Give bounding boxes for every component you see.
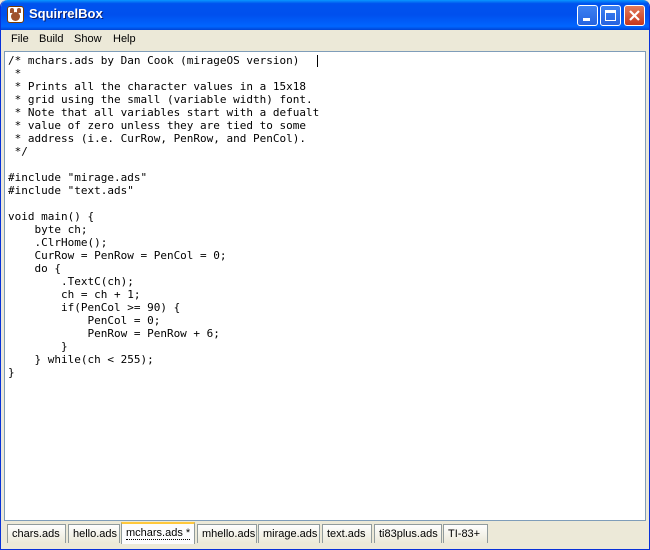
menu-help[interactable]: Help: [113, 33, 136, 45]
file-tab-bar: chars.ads hello.ads mchars.ads * mhello.…: [4, 522, 646, 546]
code-editor[interactable]: /* mchars.ads by Dan Cook (mirageOS vers…: [4, 51, 646, 521]
menu-show[interactable]: Show: [74, 33, 102, 45]
tab-chars-ads[interactable]: chars.ads: [7, 524, 66, 543]
minimize-icon: [583, 18, 590, 21]
tab-ti-83-plus[interactable]: TI-83+: [443, 524, 488, 543]
tab-ti83plus-ads[interactable]: ti83plus.ads: [374, 524, 442, 543]
tab-mirage-ads[interactable]: mirage.ads: [258, 524, 320, 543]
menu-build[interactable]: Build: [39, 33, 63, 45]
menu-file[interactable]: File: [11, 33, 29, 45]
maximize-button[interactable]: [600, 5, 621, 26]
app-window: SquirrelBox File Build Show Help /* mcha…: [0, 0, 650, 550]
menu-bar: File Build Show Help: [2, 30, 648, 50]
title-bar[interactable]: SquirrelBox: [1, 0, 649, 30]
tab-mhello-ads[interactable]: mhello.ads: [197, 524, 257, 543]
close-button[interactable]: [624, 5, 645, 26]
squirrel-app-icon[interactable]: [7, 6, 24, 23]
tab-text-ads[interactable]: text.ads: [322, 524, 372, 543]
code-text[interactable]: /* mchars.ads by Dan Cook (mirageOS vers…: [8, 54, 319, 379]
tab-mchars-ads[interactable]: mchars.ads *: [121, 522, 195, 544]
maximize-icon: [605, 10, 616, 21]
minimize-button[interactable]: [577, 5, 598, 26]
text-caret: [317, 55, 318, 67]
window-title: SquirrelBox: [29, 6, 103, 21]
close-icon: [629, 10, 640, 21]
tab-hello-ads[interactable]: hello.ads: [68, 524, 120, 543]
